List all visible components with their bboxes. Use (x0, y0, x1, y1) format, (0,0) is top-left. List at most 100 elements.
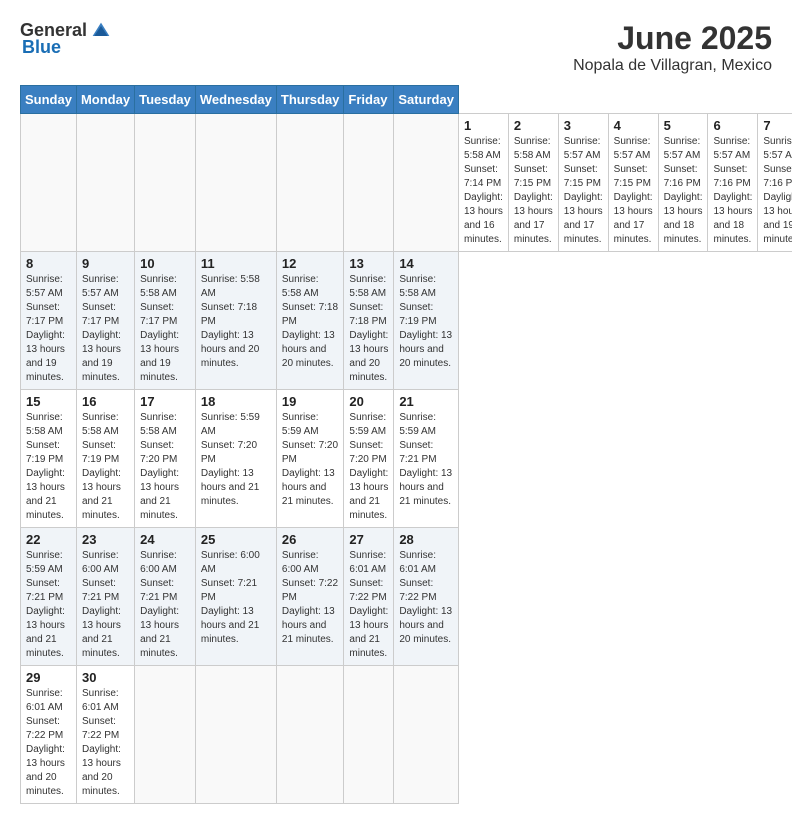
day-number: 27 (349, 532, 388, 547)
empty-cell (21, 114, 77, 252)
day-info: Sunrise: 5:58 AMSunset: 7:18 PMDaylight:… (282, 273, 339, 371)
day-info: Sunrise: 6:00 AMSunset: 7:22 PMDaylight:… (282, 549, 339, 647)
day-info: Sunrise: 5:58 AMSunset: 7:17 PMDaylight:… (140, 273, 190, 385)
calendar-day-cell: 22 Sunrise: 5:59 AMSunset: 7:21 PMDayligh… (21, 528, 77, 666)
day-info: Sunrise: 5:59 AMSunset: 7:21 PMDaylight:… (399, 411, 453, 509)
calendar-day-cell: 25 Sunrise: 6:00 AMSunset: 7:21 PMDayligh… (195, 528, 276, 666)
empty-cell (344, 114, 394, 252)
day-info: Sunrise: 5:58 AMSunset: 7:19 PMDaylight:… (399, 273, 453, 371)
day-number: 4 (614, 118, 653, 133)
empty-cell (135, 666, 196, 804)
day-info: Sunrise: 5:58 AMSunset: 7:19 PMDaylight:… (82, 411, 129, 523)
calendar-day-cell: 24 Sunrise: 6:00 AMSunset: 7:21 PMDayligh… (135, 528, 196, 666)
calendar-week-row: 15 Sunrise: 5:58 AMSunset: 7:19 PMDayligh… (21, 390, 792, 528)
calendar-day-cell: 19Sunrise: 5:59 AMSunset: 7:20 PMDayligh… (276, 390, 344, 528)
day-number: 3 (564, 118, 603, 133)
day-info: Sunrise: 6:01 AMSunset: 7:22 PMDaylight:… (82, 687, 129, 799)
calendar-day-cell: 5 Sunrise: 5:57 AMSunset: 7:16 PMDaylight… (658, 114, 708, 252)
day-number: 25 (201, 532, 271, 547)
day-info: Sunrise: 6:00 AMSunset: 7:21 PMDaylight:… (140, 549, 190, 661)
day-number: 17 (140, 394, 190, 409)
day-number: 29 (26, 670, 71, 685)
column-header-tuesday: Tuesday (135, 86, 196, 114)
column-header-monday: Monday (76, 86, 134, 114)
day-number: 30 (82, 670, 129, 685)
day-info: Sunrise: 6:00 AMSunset: 7:21 PMDaylight:… (82, 549, 129, 661)
day-number: 5 (664, 118, 703, 133)
logo: General Blue (20, 20, 111, 58)
calendar-day-cell: 16 Sunrise: 5:58 AMSunset: 7:19 PMDayligh… (76, 390, 134, 528)
day-number: 2 (514, 118, 553, 133)
day-number: 20 (349, 394, 388, 409)
day-info: Sunrise: 6:00 AMSunset: 7:21 PMDaylight:… (201, 549, 271, 647)
day-number: 1 (464, 118, 503, 133)
day-info: Sunrise: 5:59 AMSunset: 7:20 PMDaylight:… (349, 411, 388, 523)
calendar-day-cell: 27 Sunrise: 6:01 AMSunset: 7:22 PMDayligh… (344, 528, 394, 666)
empty-cell (195, 666, 276, 804)
day-number: 6 (713, 118, 752, 133)
calendar-day-cell: 3Sunrise: 5:57 AMSunset: 7:15 PMDaylight… (558, 114, 608, 252)
day-number: 19 (282, 394, 339, 409)
day-info: Sunrise: 6:01 AMSunset: 7:22 PMDaylight:… (26, 687, 71, 799)
page-header: General Blue June 2025 Nopala de Villagr… (20, 20, 772, 75)
column-header-sunday: Sunday (21, 86, 77, 114)
calendar-day-cell: 13Sunrise: 5:58 AMSunset: 7:18 PMDayligh… (344, 252, 394, 390)
empty-cell (76, 114, 134, 252)
empty-cell (394, 114, 459, 252)
empty-cell (135, 114, 196, 252)
calendar-week-row: 29 Sunrise: 6:01 AMSunset: 7:22 PMDayligh… (21, 666, 792, 804)
day-number: 16 (82, 394, 129, 409)
empty-cell (344, 666, 394, 804)
calendar-day-cell: 30 Sunrise: 6:01 AMSunset: 7:22 PMDayligh… (76, 666, 134, 804)
day-number: 7 (763, 118, 792, 133)
calendar-day-cell: 10 Sunrise: 5:58 AMSunset: 7:17 PMDayligh… (135, 252, 196, 390)
day-number: 13 (349, 256, 388, 271)
day-info: Sunrise: 6:01 AMSunset: 7:22 PMDaylight:… (349, 549, 388, 661)
day-info: Sunrise: 5:57 AMSunset: 7:16 PMDaylight:… (664, 135, 703, 247)
empty-cell (195, 114, 276, 252)
day-info: Sunrise: 5:58 AMSunset: 7:20 PMDaylight:… (140, 411, 190, 523)
calendar-day-cell: 4Sunrise: 5:57 AMSunset: 7:15 PMDaylight… (608, 114, 658, 252)
day-number: 21 (399, 394, 453, 409)
calendar-day-cell: 7 Sunrise: 5:57 AMSunset: 7:16 PMDaylight… (758, 114, 792, 252)
day-info: Sunrise: 6:01 AMSunset: 7:22 PMDaylight:… (399, 549, 453, 647)
day-info: Sunrise: 5:57 AMSunset: 7:17 PMDaylight:… (26, 273, 71, 385)
column-header-friday: Friday (344, 86, 394, 114)
calendar-day-cell: 18Sunrise: 5:59 AMSunset: 7:20 PMDayligh… (195, 390, 276, 528)
calendar-table: SundayMondayTuesdayWednesdayThursdayFrid… (20, 85, 792, 804)
day-info: Sunrise: 5:57 AMSunset: 7:17 PMDaylight:… (82, 273, 129, 385)
day-number: 22 (26, 532, 71, 547)
month-title: June 2025 (573, 20, 772, 57)
logo-blue-text: Blue (22, 37, 61, 58)
day-number: 14 (399, 256, 453, 271)
day-info: Sunrise: 5:59 AMSunset: 7:21 PMDaylight:… (26, 549, 71, 661)
day-number: 28 (399, 532, 453, 547)
day-number: 24 (140, 532, 190, 547)
day-number: 15 (26, 394, 71, 409)
calendar-day-cell: 12 Sunrise: 5:58 AMSunset: 7:18 PMDayligh… (276, 252, 344, 390)
location-title: Nopala de Villagran, Mexico (573, 57, 772, 75)
calendar-day-cell: 14 Sunrise: 5:58 AMSunset: 7:19 PMDayligh… (394, 252, 459, 390)
day-info: Sunrise: 5:57 AMSunset: 7:16 PMDaylight:… (763, 135, 792, 247)
calendar-day-cell: 1Sunrise: 5:58 AMSunset: 7:14 PMDaylight… (458, 114, 508, 252)
calendar-day-cell: 20 Sunrise: 5:59 AMSunset: 7:20 PMDayligh… (344, 390, 394, 528)
day-number: 10 (140, 256, 190, 271)
calendar-day-cell: 26Sunrise: 6:00 AMSunset: 7:22 PMDayligh… (276, 528, 344, 666)
empty-cell (276, 666, 344, 804)
day-info: Sunrise: 5:58 AMSunset: 7:19 PMDaylight:… (26, 411, 71, 523)
day-number: 9 (82, 256, 129, 271)
empty-cell (394, 666, 459, 804)
calendar-day-cell: 8 Sunrise: 5:57 AMSunset: 7:17 PMDaylight… (21, 252, 77, 390)
calendar-day-cell: 2Sunrise: 5:58 AMSunset: 7:15 PMDaylight… (508, 114, 558, 252)
empty-cell (276, 114, 344, 252)
day-number: 23 (82, 532, 129, 547)
calendar-day-cell: 23 Sunrise: 6:00 AMSunset: 7:21 PMDayligh… (76, 528, 134, 666)
day-number: 12 (282, 256, 339, 271)
title-section: June 2025 Nopala de Villagran, Mexico (573, 20, 772, 75)
day-info: Sunrise: 5:59 AMSunset: 7:20 PMDaylight:… (201, 411, 271, 509)
calendar-week-row: 8 Sunrise: 5:57 AMSunset: 7:17 PMDaylight… (21, 252, 792, 390)
day-number: 8 (26, 256, 71, 271)
calendar-day-cell: 29 Sunrise: 6:01 AMSunset: 7:22 PMDayligh… (21, 666, 77, 804)
calendar-week-row: 1Sunrise: 5:58 AMSunset: 7:14 PMDaylight… (21, 114, 792, 252)
column-header-thursday: Thursday (276, 86, 344, 114)
